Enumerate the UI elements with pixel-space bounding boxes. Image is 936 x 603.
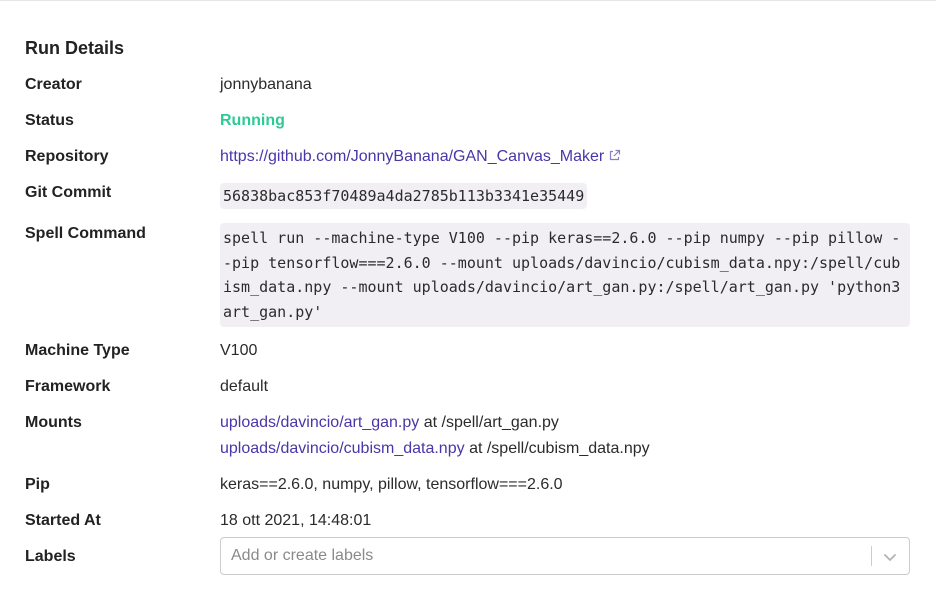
mount-source-link[interactable]: uploads/davincio/art_gan.py xyxy=(220,414,419,431)
section-title: Run Details xyxy=(25,38,125,58)
started-at-value: 18 ott 2021, 14:48:01 xyxy=(220,512,372,529)
started-at-label: Started At xyxy=(25,512,101,529)
chevron-down-icon[interactable] xyxy=(880,547,900,567)
pip-label: Pip xyxy=(25,476,50,493)
machine-type-label: Machine Type xyxy=(25,342,130,359)
mount-target: /spell/cubism_data.npy xyxy=(486,440,650,457)
repository-link[interactable]: https://github.com/JonnyBanana/GAN_Canva… xyxy=(220,148,604,165)
labels-select[interactable]: Add or create labels xyxy=(220,537,910,575)
machine-type-value: V100 xyxy=(220,342,258,359)
mounts-list: uploads/davincio/art_gan.py at /spell/ar… xyxy=(220,410,650,462)
git-commit-label: Git Commit xyxy=(25,184,112,201)
framework-label: Framework xyxy=(25,378,111,395)
labels-separator xyxy=(871,546,872,566)
git-commit-value: 56838bac853f70489a4da2785b113b3341e35449 xyxy=(220,183,588,209)
mount-item: uploads/davincio/art_gan.py at /spell/ar… xyxy=(220,410,650,436)
mount-joiner: at xyxy=(469,440,483,457)
mount-target: /spell/art_gan.py xyxy=(441,414,559,431)
git-commit-value-wrap: 56838bac853f70489a4da2785b113b3341e35449 xyxy=(220,183,588,209)
mount-item: uploads/davincio/cubism_data.npy at /spe… xyxy=(220,436,650,462)
mounts-label: Mounts xyxy=(25,414,82,431)
labels-input-placeholder[interactable]: Add or create labels xyxy=(231,546,373,566)
repository-label: Repository xyxy=(25,148,109,165)
mount-source-link[interactable]: uploads/davincio/cubism_data.npy xyxy=(220,440,465,457)
framework-value: default xyxy=(220,378,269,395)
external-link-icon[interactable] xyxy=(608,147,621,161)
status-label: Status xyxy=(25,112,74,129)
repository-value: https://github.com/JonnyBanana/GAN_Canva… xyxy=(220,146,621,168)
spell-command-value: spell run --machine-type V100 --pip kera… xyxy=(220,223,910,327)
status-value: Running xyxy=(220,112,285,129)
top-divider xyxy=(0,0,936,1)
creator-value: jonnybanana xyxy=(220,76,312,93)
spell-command-label: Spell Command xyxy=(25,225,146,242)
mount-joiner: at xyxy=(423,414,438,431)
labels-label: Labels xyxy=(25,548,76,565)
run-details-panel: Run Details Creator jonnybanana Status R… xyxy=(25,36,911,575)
pip-value: keras==2.6.0, numpy, pillow, tensorflow=… xyxy=(220,476,563,493)
creator-label: Creator xyxy=(25,76,82,93)
